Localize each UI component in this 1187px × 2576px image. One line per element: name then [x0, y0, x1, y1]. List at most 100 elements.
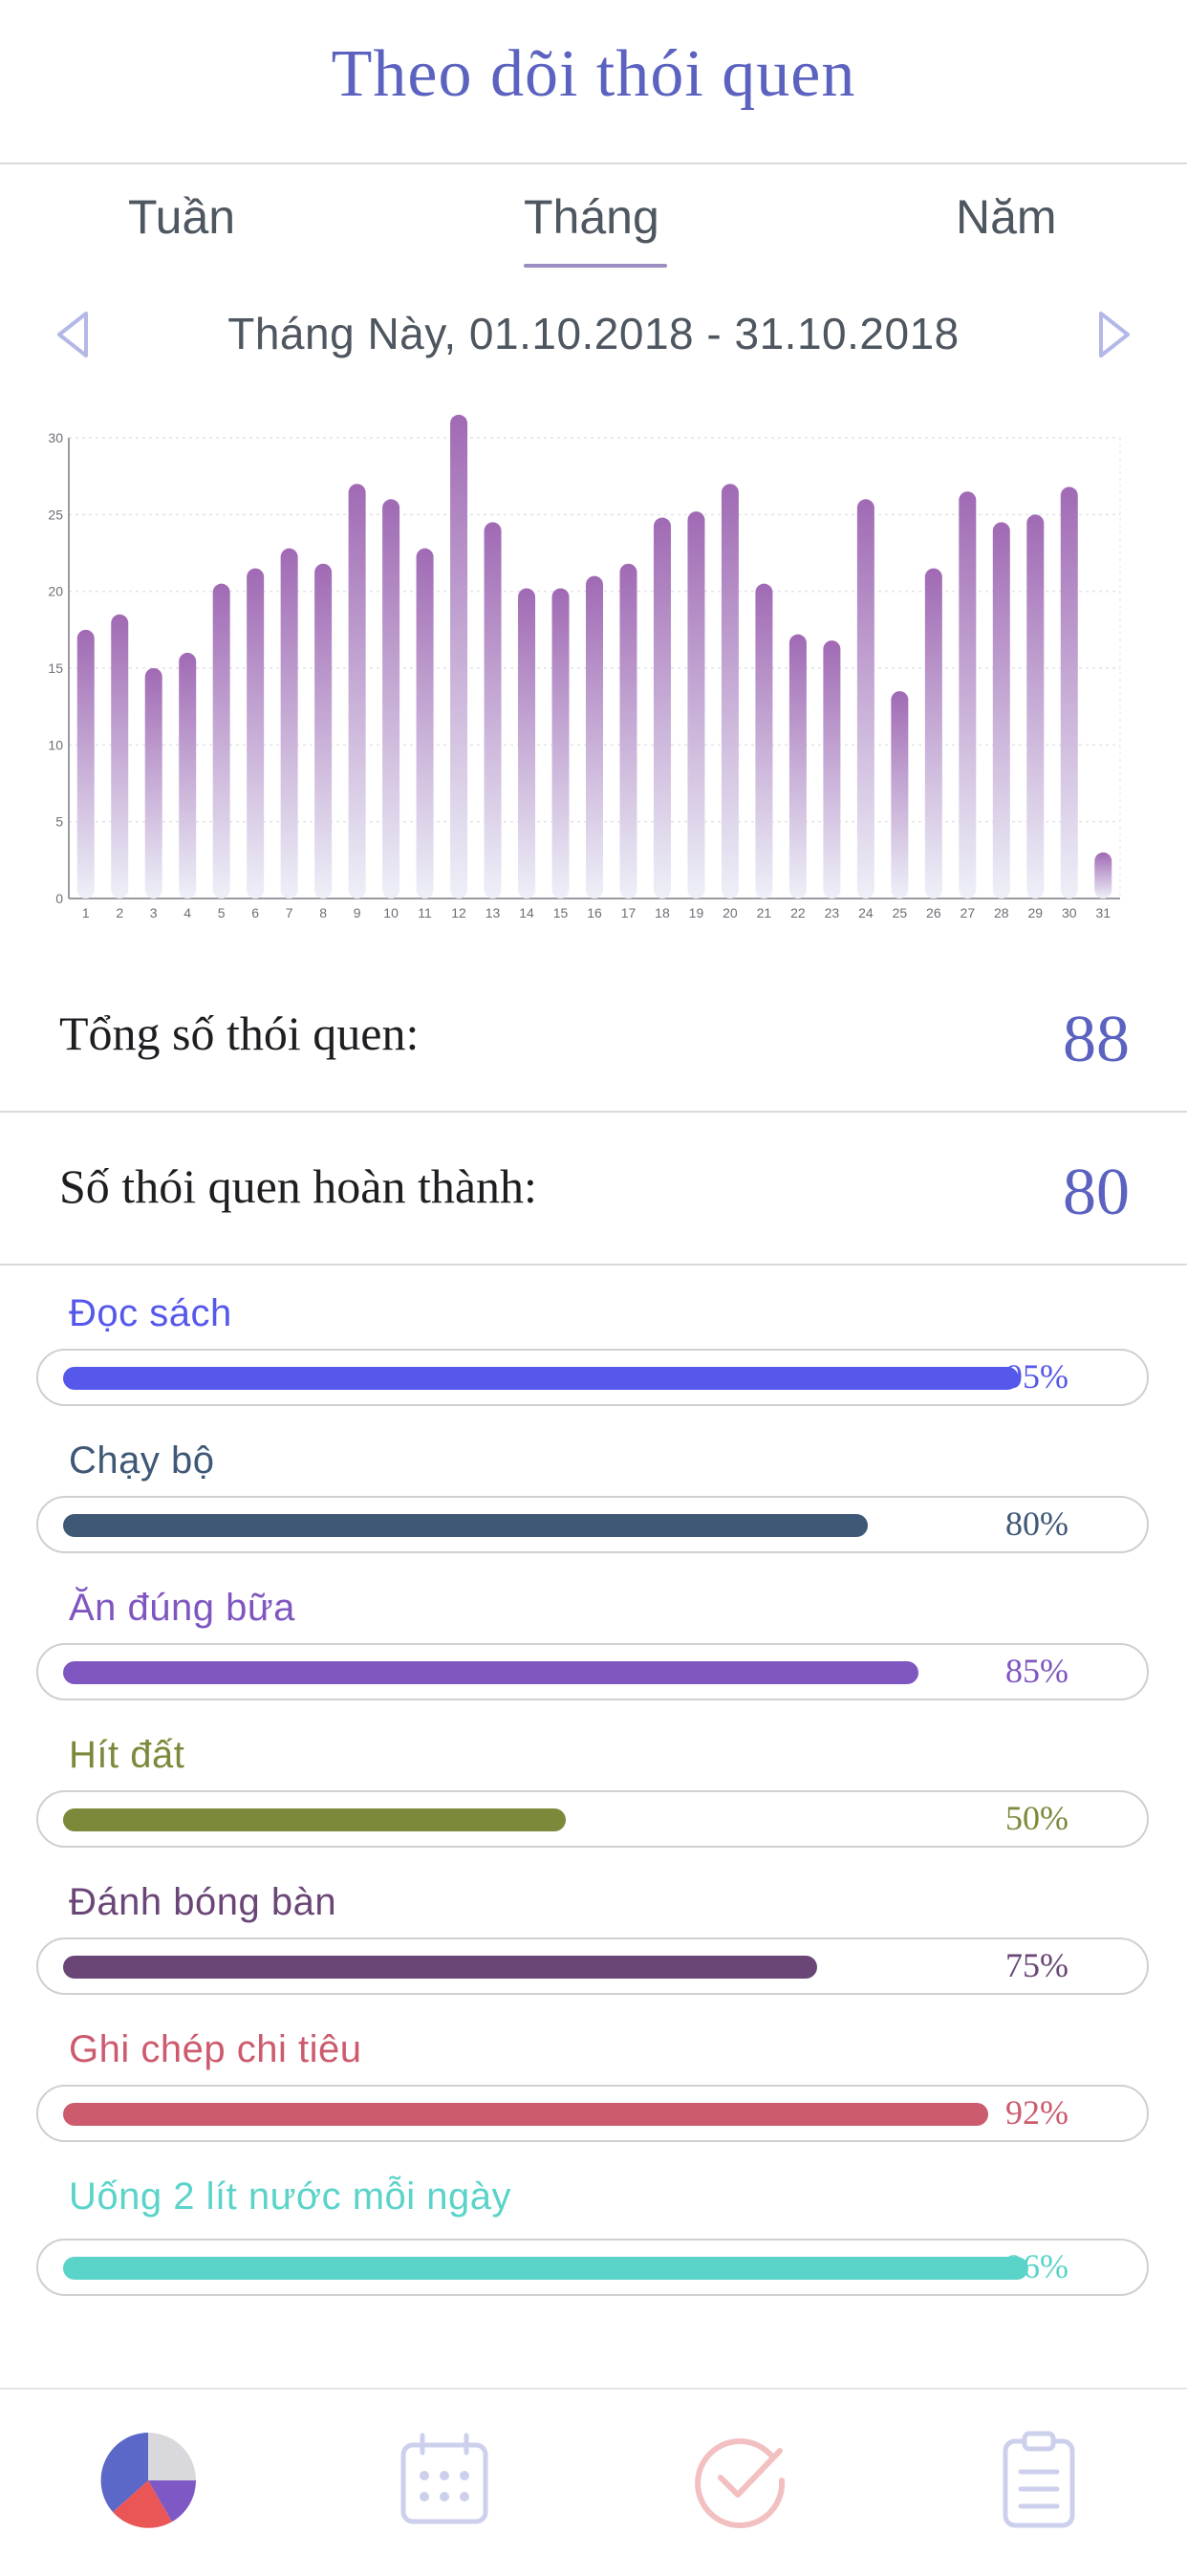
calendar-icon	[400, 2433, 488, 2524]
y-tick-label: 0	[55, 891, 63, 906]
date-range-label: Tháng Này, 01.10.2018 - 31.10.2018	[227, 309, 960, 358]
chart-bar[interactable]	[484, 522, 502, 898]
chart-bar[interactable]	[212, 583, 230, 898]
x-tick-label: 26	[926, 905, 941, 920]
habit-name: Đọc sách	[69, 1292, 232, 1334]
daily-habits-bar-chart: 0510152025301 2 3 4 5 6 7 8 9 10 11 12 13 14 15 16 17 18 1…	[48, 414, 1121, 920]
chart-bar[interactable]	[247, 568, 265, 898]
chart-bar[interactable]	[721, 484, 739, 898]
chart-bar[interactable]	[1094, 852, 1112, 898]
x-tick-label: 28	[994, 905, 1009, 920]
next-period-button[interactable]	[1095, 308, 1133, 361]
total-habits-label: Tổng số thói quen:	[59, 1007, 420, 1060]
x-tick-label: 9	[354, 905, 361, 920]
chart-bar[interactable]	[280, 548, 298, 898]
chart-bar[interactable]	[179, 652, 197, 898]
x-tick-label: 27	[960, 905, 976, 920]
y-tick-label: 15	[48, 660, 63, 676]
chart-bar[interactable]	[788, 634, 807, 898]
chart-bar[interactable]	[518, 588, 536, 898]
habit-progress-track: 50%	[36, 1790, 1149, 1848]
x-tick-label: 2	[116, 905, 123, 920]
habit-progress-track: 95%	[36, 1349, 1149, 1406]
habit-percent: 96%	[1005, 2247, 1068, 2285]
tab-year[interactable]: Năm	[956, 189, 1057, 245]
chart-bar[interactable]	[755, 583, 773, 898]
completed-habits-row: Số thói quen hoàn thành: 80	[0, 1120, 1187, 1273]
habit-percent: 95%	[1005, 1357, 1068, 1396]
app-header: Theo dõi thói quen	[0, 0, 1187, 164]
chevron-right-icon	[1099, 312, 1130, 357]
x-tick-label: 21	[757, 905, 772, 920]
x-tick-label: 18	[655, 905, 670, 920]
chart-bar[interactable]	[619, 563, 637, 898]
chart-bar[interactable]	[891, 691, 909, 898]
x-tick-label: 5	[218, 905, 226, 920]
nav-checkin-button[interactable]	[688, 2428, 793, 2533]
habit-name: Uống 2 lít nước mỗi ngày	[69, 2176, 511, 2218]
habit-progress-fill	[63, 2257, 1029, 2280]
x-tick-label: 20	[723, 905, 738, 920]
habit-percent: 50%	[1005, 1799, 1068, 1837]
x-tick-label: 29	[1028, 905, 1044, 920]
habit-progress-fill	[63, 1956, 818, 1979]
tab-week[interactable]: Tuần	[128, 189, 235, 245]
chart-bar[interactable]	[856, 499, 874, 898]
habit-progress-track: 96%	[36, 2239, 1149, 2296]
habit-progress-track: 85%	[36, 1643, 1149, 1700]
chart-bar[interactable]	[687, 511, 705, 898]
habit-name: Ghi chép chi tiêu	[69, 2028, 362, 2070]
tab-month-active-indicator	[524, 264, 667, 268]
habit-progress-track: 75%	[36, 1937, 1149, 1995]
chart-bar[interactable]	[348, 484, 366, 898]
chart-bar[interactable]	[1026, 514, 1045, 898]
check-circle-icon	[695, 2438, 786, 2529]
clipboard-icon	[1003, 2431, 1075, 2528]
chart-bar[interactable]	[924, 568, 942, 898]
y-tick-label: 10	[48, 737, 63, 752]
habit-percent: 75%	[1005, 1946, 1068, 1984]
x-tick-label: 11	[418, 905, 432, 920]
x-tick-label: 31	[1095, 905, 1111, 920]
chart-bar[interactable]	[653, 517, 671, 898]
habit-name: Ăn đúng bữa	[69, 1587, 295, 1629]
x-tick-label: 7	[286, 905, 293, 920]
habit-name: Hít đất	[69, 1734, 185, 1776]
habit-progress-fill	[63, 2103, 989, 2126]
chart-bar[interactable]	[76, 629, 95, 898]
chart-bar[interactable]	[314, 563, 333, 898]
chart-bar[interactable]	[551, 588, 570, 898]
x-tick-label: 13	[486, 905, 501, 920]
habit-progress-track: 80%	[36, 1496, 1149, 1553]
chart-bar[interactable]	[586, 575, 603, 898]
chart-bar[interactable]	[416, 548, 434, 898]
x-tick-label: 1	[82, 905, 90, 920]
chart-bar[interactable]	[450, 414, 468, 898]
chart-bar[interactable]	[111, 614, 129, 898]
total-habits-value: 88	[1063, 1003, 1130, 1076]
habit-progress-fill	[63, 1661, 918, 1684]
nav-calendar-button[interactable]	[392, 2428, 497, 2533]
habit-progress-track: 92%	[36, 2085, 1149, 2142]
habit-progress-fill	[63, 1514, 869, 1537]
x-tick-label: 19	[689, 905, 704, 920]
x-tick-label: 25	[893, 905, 908, 920]
habit-name: Chạy bộ	[69, 1440, 215, 1482]
chart-bar[interactable]	[959, 491, 977, 898]
nav-notes-button[interactable]	[986, 2428, 1091, 2533]
habit-percent: 80%	[1005, 1504, 1068, 1543]
chart-bar[interactable]	[823, 640, 841, 898]
x-tick-label: 6	[251, 905, 259, 920]
chart-bar[interactable]	[144, 668, 162, 898]
habit-percent: 92%	[1005, 2093, 1068, 2132]
y-tick-label: 30	[48, 430, 63, 445]
chart-bar[interactable]	[992, 522, 1010, 898]
chart-bar[interactable]	[1060, 487, 1078, 898]
nav-statistics-button[interactable]	[96, 2428, 201, 2533]
divider	[0, 1264, 1187, 1266]
x-tick-label: 15	[553, 905, 569, 920]
completed-habits-label: Số thói quen hoàn thành:	[59, 1159, 537, 1213]
tab-month[interactable]: Tháng	[524, 189, 659, 245]
divider	[0, 1111, 1187, 1113]
chart-bar[interactable]	[382, 499, 400, 898]
